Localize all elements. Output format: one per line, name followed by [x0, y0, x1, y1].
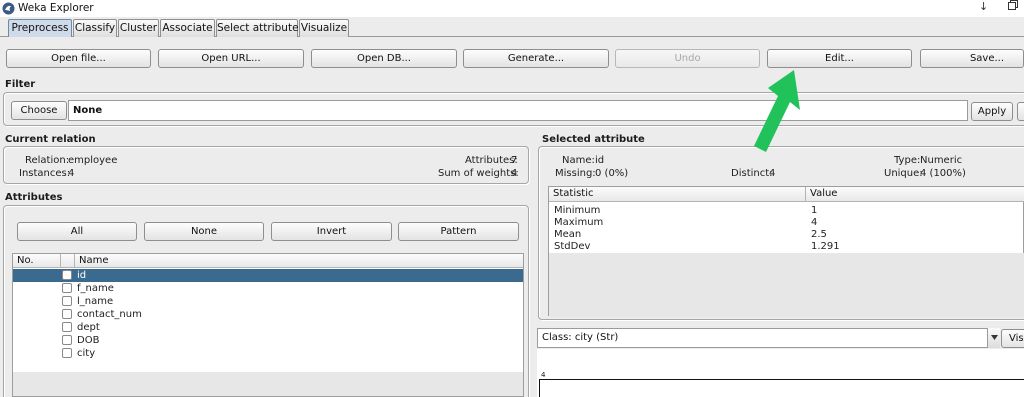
- tab-preprocess[interactable]: Preprocess: [8, 19, 72, 37]
- selected-attribute-title: Selected attribute: [542, 134, 645, 145]
- histogram-bar: [539, 379, 1024, 397]
- column-header-checkbox[interactable]: [61, 254, 75, 268]
- attribute-name-label: Name:: [562, 155, 595, 166]
- statistic-value: 1.291: [811, 241, 840, 252]
- attribute-row[interactable]: 3 l_name: [13, 295, 523, 308]
- attribute-row[interactable]: 1 id: [13, 269, 523, 282]
- statistic-value: 1: [811, 205, 818, 216]
- column-header-statistic[interactable]: Statistic: [549, 187, 806, 202]
- attributes-table-empty-area: [13, 372, 523, 396]
- tab-strip: Preprocess Classify Cluster Associate Se…: [0, 17, 1024, 37]
- apply-filter-button[interactable]: Apply: [971, 102, 1013, 121]
- stop-filter-button[interactable]: [1017, 102, 1024, 121]
- attribute-name: id: [77, 270, 87, 281]
- visualize-all-button[interactable]: Visu: [1001, 329, 1024, 348]
- column-header-name[interactable]: Name: [75, 254, 523, 268]
- histogram-max-count: 4: [541, 371, 546, 379]
- statistic-value: 2.5: [811, 229, 827, 240]
- statistic-row[interactable]: Maximum 4: [549, 217, 1024, 229]
- tab-cluster[interactable]: Cluster: [118, 19, 159, 37]
- distinct-value: 4: [769, 168, 776, 179]
- window-title-bar: Weka Explorer ↓: [0, 0, 1024, 17]
- attribute-row[interactable]: 2 f_name: [13, 282, 523, 295]
- statistic-name: Mean: [554, 229, 582, 240]
- tab-select-attributes[interactable]: Select attributes: [216, 19, 304, 37]
- statistic-name: Minimum: [554, 205, 601, 216]
- unique-value: 4 (100%): [920, 168, 966, 179]
- filter-field[interactable]: None: [68, 100, 968, 121]
- pattern-button[interactable]: Pattern: [398, 222, 519, 241]
- instances-label: Instances:: [19, 168, 71, 179]
- edit-button[interactable]: Edit...: [767, 49, 912, 68]
- attribute-name: dept: [77, 322, 100, 333]
- statistic-row[interactable]: Mean 2.5: [549, 229, 1024, 241]
- unique-label: Unique:: [884, 168, 923, 179]
- minimize-button[interactable]: ↓: [979, 0, 988, 13]
- statistics-table-empty-area: [549, 253, 1024, 317]
- tab-associate[interactable]: Associate: [160, 19, 215, 37]
- current-relation-title: Current relation: [5, 134, 96, 145]
- statistic-row[interactable]: Minimum 1: [549, 205, 1024, 217]
- select-all-button[interactable]: All: [17, 222, 137, 241]
- undo-button[interactable]: Undo: [615, 49, 760, 68]
- select-none-button[interactable]: None: [144, 222, 264, 241]
- tab-classify[interactable]: Classify: [73, 19, 117, 37]
- tab-visualize[interactable]: Visualize: [299, 19, 349, 37]
- attribute-checkbox[interactable]: [62, 283, 72, 293]
- class-attribute-dropdown[interactable]: Class: city (Str): [537, 328, 1000, 348]
- type-value: Numeric: [920, 155, 963, 166]
- filter-value: None: [73, 105, 103, 116]
- missing-label: Missing:: [555, 168, 596, 179]
- column-header-value[interactable]: Value: [806, 187, 1024, 202]
- relation-label: Relation:: [25, 155, 70, 166]
- attribute-checkbox[interactable]: [62, 296, 72, 306]
- save-button[interactable]: Save...: [920, 49, 1024, 68]
- window-restore-icon[interactable]: [1008, 0, 1018, 10]
- class-attribute-value: Class: city (Str): [542, 332, 619, 343]
- attribute-name: contact_num: [77, 309, 142, 320]
- open-db-button[interactable]: Open DB...: [311, 49, 457, 68]
- invert-selection-button[interactable]: Invert: [271, 222, 392, 241]
- attribute-name: l_name: [77, 296, 114, 307]
- attribute-row[interactable]: 5 dept: [13, 321, 523, 334]
- attribute-name: city: [77, 348, 96, 359]
- attribute-checkbox[interactable]: [62, 322, 72, 332]
- window-title: Weka Explorer: [18, 2, 94, 14]
- open-url-button[interactable]: Open URL...: [158, 49, 304, 68]
- instances-value: 4: [68, 168, 75, 179]
- attributes-table[interactable]: No. Name 1 id 2 f_name 3 l_name 4 contac…: [12, 253, 524, 397]
- attribute-row[interactable]: 6 DOB: [13, 334, 523, 347]
- statistics-table[interactable]: Statistic Value Minimum 1 Maximum 4 Mean…: [548, 186, 1024, 317]
- chevron-down-icon[interactable]: [987, 328, 1000, 348]
- choose-filter-button[interactable]: Choose: [11, 101, 67, 120]
- missing-value: 0 (0%): [595, 168, 629, 179]
- generate-button[interactable]: Generate...: [463, 49, 609, 68]
- filter-section-title: Filter: [5, 79, 36, 90]
- sum-of-weights-value: 4: [511, 168, 518, 179]
- attributes-count-label: Attributes:: [465, 155, 518, 166]
- attribute-name-value: id: [595, 155, 605, 166]
- attribute-row[interactable]: 7 city: [13, 347, 523, 360]
- attribute-checkbox[interactable]: [62, 335, 72, 345]
- attribute-checkbox[interactable]: [62, 309, 72, 319]
- attribute-name: f_name: [77, 283, 114, 294]
- attribute-checkbox[interactable]: [62, 348, 72, 358]
- statistic-row[interactable]: StdDev 1.291: [549, 241, 1024, 253]
- attribute-checkbox[interactable]: [62, 270, 72, 280]
- annotation-arrow-icon: [748, 68, 804, 159]
- attributes-count-value: 7: [511, 155, 518, 166]
- statistic-value: 4: [811, 217, 818, 228]
- sum-of-weights-label: Sum of weights:: [438, 168, 519, 179]
- statistic-name: StdDev: [554, 241, 591, 252]
- attribute-name: DOB: [77, 335, 100, 346]
- open-file-button[interactable]: Open file...: [6, 49, 151, 68]
- attribute-row[interactable]: 4 contact_num: [13, 308, 523, 321]
- weka-bird-icon: [2, 2, 15, 15]
- column-header-no[interactable]: No.: [13, 254, 61, 268]
- relation-value: employee: [68, 155, 118, 166]
- distinct-label: Distinct:: [731, 168, 773, 179]
- statistic-name: Maximum: [554, 217, 604, 228]
- type-label: Type:: [894, 155, 921, 166]
- attributes-section-title: Attributes: [5, 192, 63, 203]
